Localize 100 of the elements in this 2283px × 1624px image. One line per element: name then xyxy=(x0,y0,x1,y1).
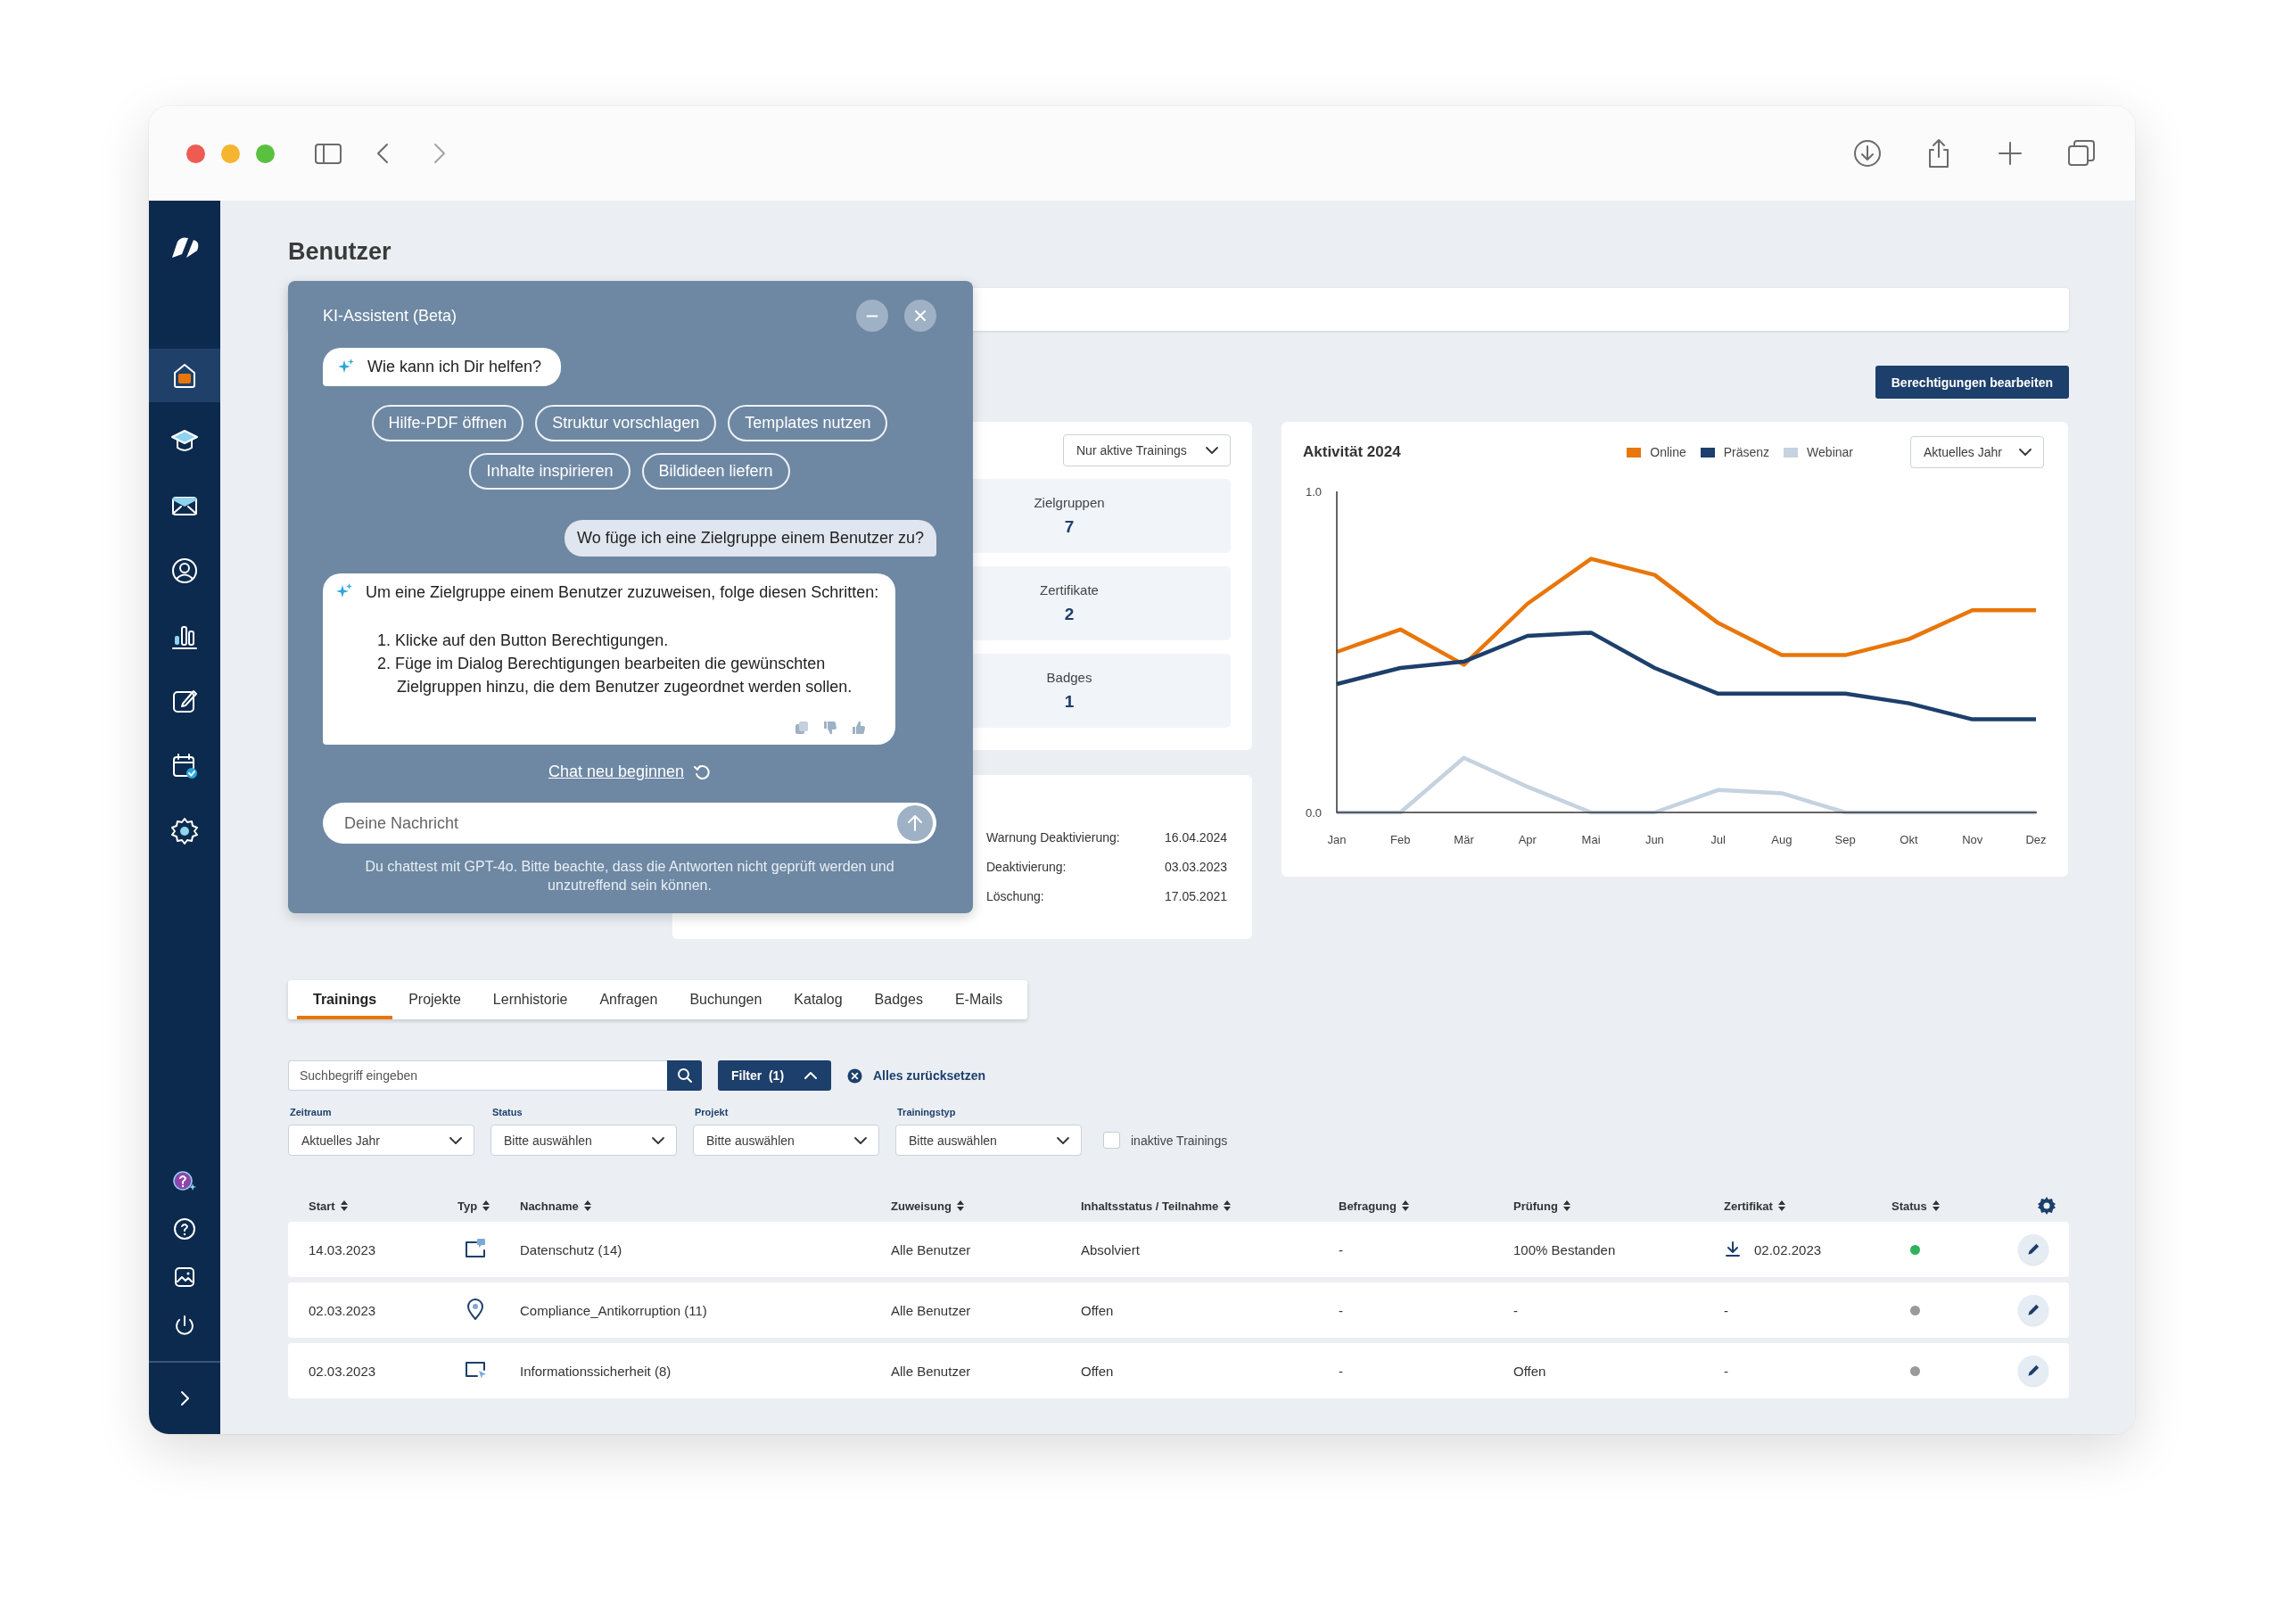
table-cell-text: 02.03.2023 xyxy=(309,1302,377,1318)
image-icon xyxy=(173,1265,196,1289)
sort-icon[interactable] xyxy=(1562,1200,1570,1211)
stat-label: Zielgruppen xyxy=(1034,495,1105,510)
close-window-button[interactable] xyxy=(186,144,205,163)
field-label: Zeitraum xyxy=(289,1107,333,1117)
table-cell-text: 02.03.2023 xyxy=(309,1363,377,1379)
dropdown[interactable]: Aktuelles Jahr xyxy=(1910,436,2044,468)
axis-label: Okt xyxy=(1900,833,1918,846)
sort-icon[interactable] xyxy=(956,1200,964,1211)
page-title: Benutzer xyxy=(288,238,392,265)
suggestion-chip[interactable]: Struktur vorschlagen xyxy=(535,405,717,441)
dropdown[interactable]: Aktuelles Jahr xyxy=(288,1125,474,1156)
close-button[interactable] xyxy=(904,300,936,332)
list-item: 2. Füge im Dialog Berechtigungen bearbeiten die gewünschten Zielgruppen hinzu, die dem Benutzer zugeordnet werden sollen. xyxy=(377,654,853,697)
column-header[interactable]: Zuweisung xyxy=(891,1199,952,1213)
edit-button[interactable] xyxy=(2018,1295,2048,1325)
table-cell-text: Absolviert xyxy=(1081,1241,1141,1257)
thumbs-up-button[interactable] xyxy=(851,720,867,736)
axis-label: 1.0 xyxy=(1305,484,1323,499)
dropdown[interactable]: Bitte auswählen xyxy=(490,1125,677,1156)
reset-link[interactable]: Alles zurücksetzen xyxy=(847,1068,986,1084)
message-text: Wie kann ich Dir helfen? xyxy=(367,357,542,377)
minimize-button[interactable] xyxy=(856,300,888,332)
message-text: Um eine Zielgruppe einem Benutzer zuzuweisen, folge diesen Schritten: xyxy=(366,582,879,603)
pencil-icon xyxy=(2025,1302,2041,1318)
close-icon xyxy=(912,308,928,324)
field-label: Löschung: xyxy=(986,889,1045,903)
tab[interactable]: E-Mails xyxy=(938,980,1019,1019)
column-header[interactable]: Nachname xyxy=(520,1199,579,1213)
sort-icon[interactable] xyxy=(1402,1200,1409,1211)
filter-button[interactable]: Filter (1) xyxy=(718,1060,831,1091)
table-cell-text: - xyxy=(1513,1302,1519,1318)
field-label: Deaktivierung: xyxy=(986,860,1067,874)
column-header[interactable]: Typ xyxy=(457,1199,478,1213)
dropdown[interactable]: Bitte auswählen xyxy=(895,1125,1082,1156)
dropdown[interactable]: Nur aktive Trainings xyxy=(1063,434,1231,466)
help-icon xyxy=(173,1217,196,1241)
edit-button[interactable] xyxy=(2018,1356,2048,1386)
sort-icon[interactable] xyxy=(340,1200,348,1211)
field-value: 03.03.2023 xyxy=(1163,860,1227,874)
field-value: 17.05.2021 xyxy=(1163,889,1227,903)
axis-label: Mai xyxy=(1581,833,1601,846)
clear-icon xyxy=(847,1068,862,1084)
thumbs-down-button[interactable] xyxy=(822,720,838,736)
thumbs-down-icon xyxy=(822,720,838,736)
tab[interactable]: Projekte xyxy=(392,980,477,1019)
edit-permissions-button[interactable]: Berechtigungen bearbeiten xyxy=(1875,366,2069,399)
tab[interactable]: Trainings xyxy=(297,980,393,1019)
settings-icon[interactable] xyxy=(2037,1196,2056,1216)
settings-icon xyxy=(169,816,200,846)
edit-button[interactable] xyxy=(2018,1234,2048,1265)
sort-icon[interactable] xyxy=(1224,1200,1232,1211)
column-header[interactable]: Prüfung xyxy=(1513,1199,1558,1213)
table-cell-text: Alle Benutzer xyxy=(891,1241,972,1257)
column-header[interactable]: Start xyxy=(309,1199,335,1213)
pencil-icon xyxy=(2025,1241,2041,1257)
tab[interactable]: Badges xyxy=(858,980,939,1019)
legend-label: Webinar xyxy=(1807,445,1853,459)
tab[interactable]: Katalog xyxy=(778,980,859,1019)
checkbox[interactable] xyxy=(1103,1132,1120,1149)
table-cell-text: Alle Benutzer xyxy=(891,1363,972,1379)
table-cell: 02.02.2023 xyxy=(1754,1241,1822,1257)
field-label: Trainingstyp xyxy=(896,1107,957,1117)
column-header[interactable]: Befragung xyxy=(1339,1199,1397,1213)
sort-icon[interactable] xyxy=(583,1200,591,1211)
tab[interactable]: Anfragen xyxy=(583,980,674,1019)
suggestion-chip[interactable]: Hilfe-PDF öffnen xyxy=(371,405,524,441)
column-header[interactable]: Inhaltsstatus / Teilnahme xyxy=(1081,1199,1219,1213)
stat-value: 7 xyxy=(1064,517,1075,537)
tab[interactable]: Lernhistorie xyxy=(476,980,584,1019)
search-field[interactable]: Suchbegriff eingeben xyxy=(289,1061,667,1090)
suggestion-chip[interactable]: Bildideen liefern xyxy=(641,453,790,490)
axis-label: Sep xyxy=(1834,833,1856,846)
message-input[interactable]: Deine Nachricht xyxy=(323,803,936,844)
table-cell-text: Informationssicherheit (8) xyxy=(520,1363,672,1379)
table-cell-text: 14.03.2023 xyxy=(309,1241,377,1257)
axis-label: Jul xyxy=(1710,833,1726,846)
thumbs-up-icon xyxy=(851,720,867,736)
search-icon xyxy=(676,1068,693,1084)
user-message: Wo füge ich eine Zielgruppe einem Benutzer zu? xyxy=(565,520,936,556)
stat-value: 2 xyxy=(1064,605,1075,624)
search-button[interactable] xyxy=(667,1060,702,1091)
sort-icon[interactable] xyxy=(1932,1200,1940,1211)
download-icon[interactable] xyxy=(1724,1241,1742,1258)
suggestion-chip[interactable]: Inhalte inspirieren xyxy=(469,453,631,490)
arrow-up-icon xyxy=(905,813,925,833)
sort-icon[interactable] xyxy=(1777,1200,1785,1211)
table-cell-text: Datenschutz (14) xyxy=(520,1241,623,1257)
column-header[interactable]: Zertifikat xyxy=(1724,1199,1773,1213)
sort-icon[interactable] xyxy=(482,1200,490,1211)
pencil-icon xyxy=(2025,1363,2041,1379)
dropdown[interactable]: Bitte auswählen xyxy=(693,1125,879,1156)
column-header[interactable]: Status xyxy=(1892,1199,1927,1213)
axis-label: Nov xyxy=(1962,833,1983,846)
checkbox-label: inaktive Trainings xyxy=(1131,1133,1228,1148)
tab[interactable]: Buchungen xyxy=(673,980,779,1019)
restart-chat-link[interactable]: Chat neu beginnen xyxy=(548,763,712,781)
sidebar-item[interactable] xyxy=(149,349,220,402)
suggestion-chip[interactable]: Templates nutzen xyxy=(728,405,888,441)
